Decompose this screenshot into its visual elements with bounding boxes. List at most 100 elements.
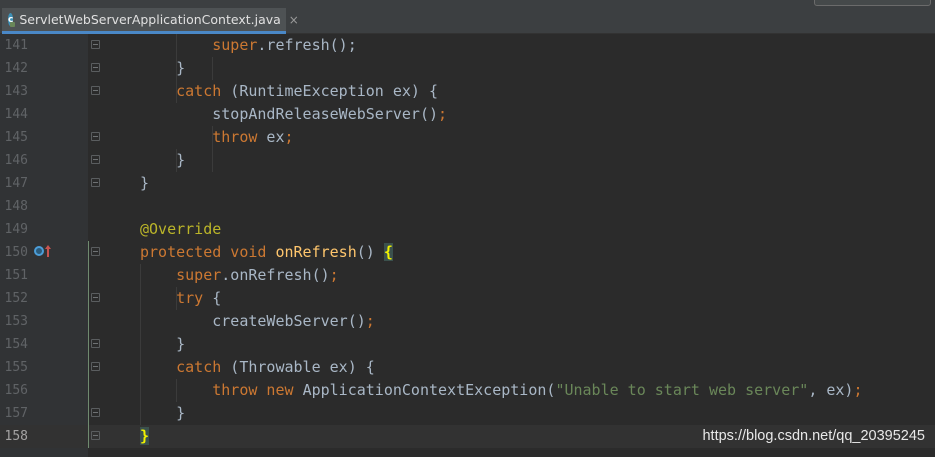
code-line[interactable]: 150 protected void onRefresh() { [0,241,935,264]
vcs-change-marker[interactable] [88,241,89,448]
code-token: , ex) [808,381,854,399]
code-text: } [140,402,185,425]
editor-tab-bar: c ServletWebServerApplicationContext.jav… [0,6,935,34]
code-text: catch (RuntimeException ex) { [140,80,438,103]
code-token: protected void [140,243,276,261]
indent-guide [176,287,177,310]
fold-marker-icon[interactable] [91,178,100,187]
fold-marker-icon[interactable] [91,293,100,302]
code-line[interactable]: 148 [0,195,935,218]
code-line[interactable]: 143 catch (RuntimeException ex) { [0,80,935,103]
line-number: 152 [4,291,28,306]
code-token: } [140,59,186,77]
code-text: } [140,57,185,80]
indent-guide [140,264,141,425]
code-token: } [140,404,186,422]
code-text: } [140,333,185,356]
indent-guide [212,57,213,80]
code-line[interactable]: 142 } [0,57,935,80]
line-number: 155 [4,360,28,375]
fold-marker-icon[interactable] [91,431,100,440]
line-number: 145 [4,130,28,145]
fold-marker-icon[interactable] [91,63,100,72]
fold-marker-icon[interactable] [91,40,100,49]
line-number: 150 [4,245,28,260]
code-token: try [176,289,204,307]
line-number: 149 [4,222,28,237]
indent-guide [176,379,177,402]
matched-brace: { [383,243,393,261]
code-line[interactable]: 149 @Override [0,218,935,241]
line-number: 153 [4,314,28,329]
code-token: .onRefresh() [221,266,330,284]
code-token: () [356,243,384,261]
code-token: stopAndReleaseWebServer() [140,105,439,123]
code-text: @Override [140,218,221,241]
indent-guide [176,149,177,172]
matched-brace: } [140,427,150,445]
watermark: https://blog.csdn.net/qq_20395245 [702,428,925,444]
file-tab-label: ServletWebServerApplicationContext.java [19,12,281,27]
code-token: ex [257,128,285,146]
fold-marker-icon[interactable] [91,362,100,371]
fold-marker-icon[interactable] [91,247,100,256]
fold-marker-icon[interactable] [91,155,100,164]
line-number: 147 [4,176,28,191]
code-token: createWebServer() [140,312,366,330]
code-token: super [176,266,222,284]
code-token: "Unable to start web server" [555,381,809,399]
code-line[interactable]: 145 throw ex; [0,126,935,149]
code-line[interactable]: 147} [0,172,935,195]
code-token: { [203,289,222,307]
code-token: ; [438,105,448,123]
code-token: throw [212,128,258,146]
line-number: 144 [4,107,28,122]
code-text: super.onRefresh(); [140,264,339,287]
line-number: 154 [4,337,28,352]
code-text: super.refresh(); [140,34,357,57]
code-text: } [140,172,149,195]
code-text: try { [140,287,221,310]
fold-marker-icon[interactable] [91,86,100,95]
code-token: @Override [140,220,222,238]
class-icon: c [8,13,16,27]
code-text: stopAndReleaseWebServer(); [140,103,447,126]
close-tab-icon[interactable]: × [289,13,299,27]
line-number: 151 [4,268,28,283]
file-tab[interactable]: c ServletWebServerApplicationContext.jav… [2,8,299,34]
code-text: throw ex; [140,126,293,149]
code-line[interactable]: 144 stopAndReleaseWebServer(); [0,103,935,126]
code-token: ; [329,266,339,284]
line-number: 157 [4,406,28,421]
code-line[interactable]: 141 super.refresh(); [0,34,935,57]
fold-marker-icon[interactable] [91,132,100,141]
code-token: ; [853,381,863,399]
gutter-marker[interactable] [34,245,51,257]
line-number: 146 [4,153,28,168]
fold-marker-icon[interactable] [91,339,100,348]
indent-guide [212,126,213,172]
code-text: protected void onRefresh() { [140,241,393,264]
line-number: 148 [4,199,28,214]
code-token: catch [176,358,222,376]
code-text: createWebServer(); [140,310,375,333]
code-token: throw new [212,381,303,399]
line-number: 141 [4,38,28,53]
overrides-method-icon [34,246,44,256]
code-line[interactable]: 146 } [0,149,935,172]
code-token: onRefresh [275,243,357,261]
code-token: super [212,36,258,54]
code-text: } [140,425,150,448]
code-editor[interactable]: 141 super.refresh(); 142 } 143 catch (Runt… [0,34,935,457]
code-token: .refresh(); [257,36,357,54]
line-number: 143 [4,84,28,99]
code-token: (RuntimeException ex) { [221,82,439,100]
code-token: } [140,174,150,192]
line-number: 156 [4,383,28,398]
fold-marker-icon[interactable] [91,408,100,417]
code-token: (Throwable ex) { [221,358,375,376]
